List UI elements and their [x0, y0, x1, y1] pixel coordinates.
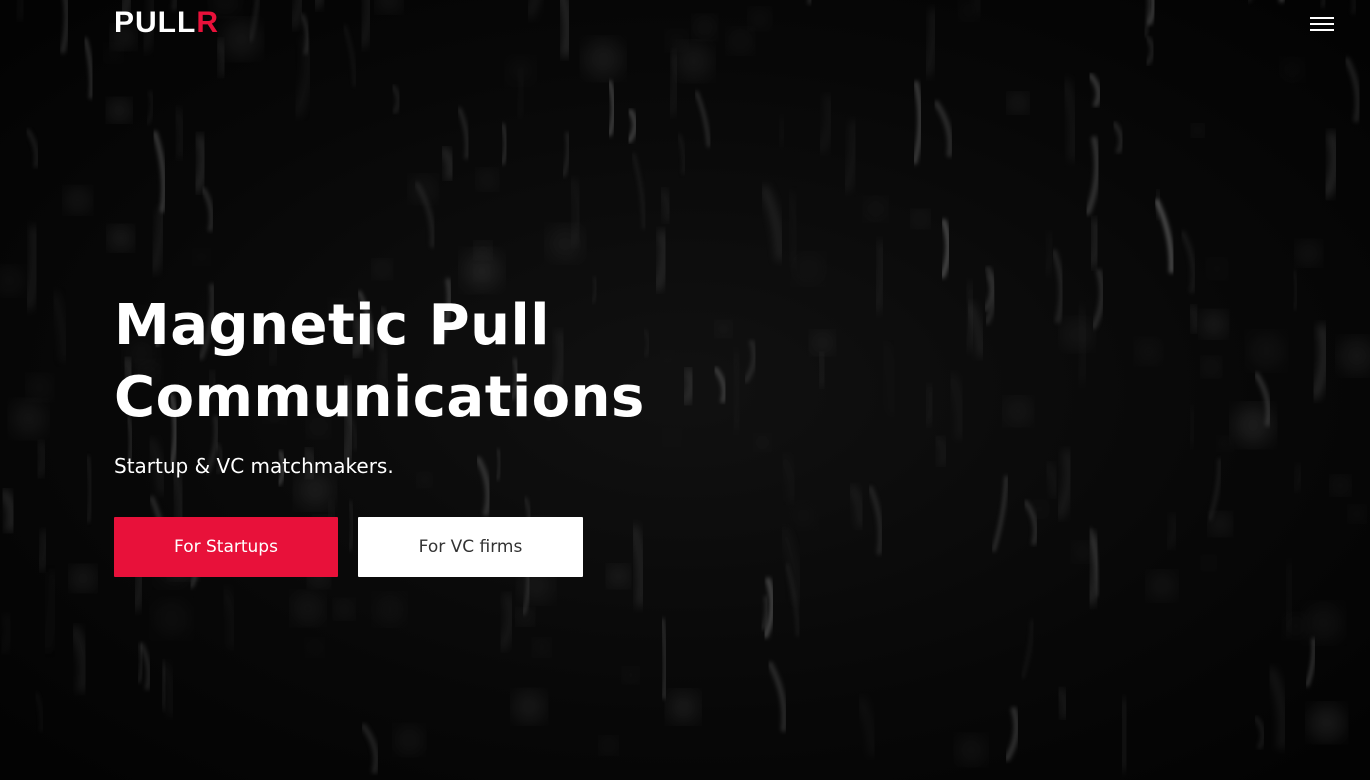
hero-title-line-2: Communications	[114, 365, 645, 430]
hero-title: Magnetic Pull Communications	[114, 290, 814, 434]
for-vc-firms-button[interactable]: For VC firms	[358, 517, 583, 577]
landing-page: PULLR Magnetic Pull Communications Start…	[0, 0, 1370, 780]
menu-bar-middle	[1310, 23, 1334, 25]
pullr-logo[interactable]: PULLR	[114, 6, 219, 40]
for-startups-button[interactable]: For Startups	[114, 517, 338, 577]
menu-bar-top	[1310, 17, 1334, 19]
hero-subtitle: Startup & VC matchmakers.	[114, 454, 394, 478]
hamburger-menu-icon[interactable]	[1304, 10, 1340, 38]
hero-section: Magnetic Pull Communications Startup & V…	[114, 290, 814, 480]
hero-title-line-1: Magnetic Pull	[114, 293, 550, 358]
menu-bar-bottom	[1310, 29, 1334, 31]
logo-text-accent: R	[196, 6, 219, 39]
site-header: PULLR	[0, 0, 1370, 48]
logo-text-main: PULL	[114, 6, 197, 39]
